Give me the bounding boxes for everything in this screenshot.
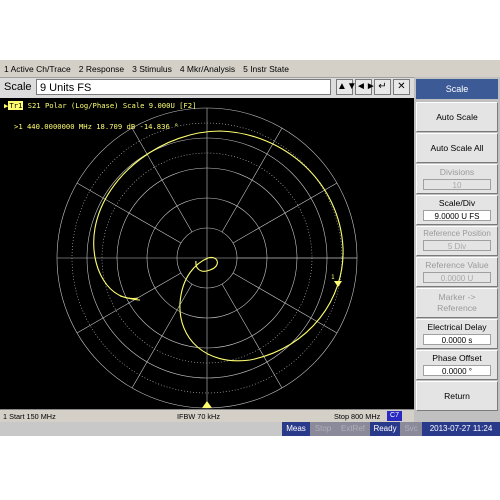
softkey-menu-title: Scale bbox=[416, 79, 498, 99]
divisions-label: Divisions bbox=[439, 167, 475, 177]
trace-header-text: S21 Polar (Log/Phase) Scale 9.000U [F2] bbox=[27, 101, 197, 110]
reference-value-button[interactable]: Reference Value 0.0000 U bbox=[416, 257, 498, 287]
left-right-arrow-button[interactable]: ◄► bbox=[355, 79, 376, 95]
ready-indicator: Ready bbox=[370, 422, 400, 436]
auto-scale-button[interactable]: Auto Scale bbox=[416, 102, 498, 132]
electrical-delay-label: Electrical Delay bbox=[427, 322, 487, 332]
auto-scale-label: Auto Scale bbox=[436, 112, 478, 122]
stop-frequency[interactable]: Stop 800 MHz bbox=[334, 412, 380, 421]
close-icon[interactable]: ✕ bbox=[393, 79, 410, 95]
phase-offset-button[interactable]: Phase Offset 0.0000 ° bbox=[416, 350, 498, 380]
polar-chart: 1 bbox=[56, 107, 358, 409]
auto-scale-all-button[interactable]: Auto Scale All bbox=[416, 133, 498, 163]
polar-display: 1 ▶Tr1 S21 Polar (Log/Phase) Scale 9.000… bbox=[0, 98, 414, 409]
channel-badge: C7 bbox=[387, 411, 402, 421]
channel-status-line: 1 Start 150 MHz IFBW 70 kHz Stop 800 MHz… bbox=[0, 409, 414, 423]
reference-position-button[interactable]: Reference Position 5 Div bbox=[416, 226, 498, 256]
electrical-delay-value: 0.0000 s bbox=[423, 334, 491, 345]
divisions-value: 10 bbox=[423, 179, 491, 190]
scale-div-label: Scale/Div bbox=[438, 198, 476, 208]
entry-bar: Scale 9 Units FS ▲▼ ◄► ↵ ✕ bbox=[0, 78, 414, 99]
marker-readout: >1 440.0000000 MHz 18.709 dB -14.836 ° bbox=[14, 122, 179, 131]
up-down-arrow-button[interactable]: ▲▼ bbox=[336, 79, 357, 95]
reference-position-value: 5 Div bbox=[423, 240, 491, 251]
menu-stimulus[interactable]: 3 Stimulus bbox=[132, 64, 172, 74]
softkey-panel: Scale Auto Scale Auto Scale All Division… bbox=[414, 77, 500, 422]
menu-mkr-analysis[interactable]: 4 Mkr/Analysis bbox=[180, 64, 235, 74]
svc-indicator: Svc bbox=[400, 422, 422, 436]
menu-active-ch-trace[interactable]: 1 Active Ch/Trace bbox=[4, 64, 71, 74]
start-frequency[interactable]: 1 Start 150 MHz bbox=[3, 412, 56, 421]
marker-to-reference-button[interactable]: Marker -> Reference bbox=[416, 288, 498, 318]
return-button[interactable]: Return bbox=[416, 381, 498, 411]
marker-1-label: 1 bbox=[331, 274, 335, 281]
marker-1-triangle bbox=[334, 281, 342, 287]
enter-button[interactable]: ↵ bbox=[374, 79, 391, 95]
trace-number-badge: Tr1 bbox=[8, 101, 24, 110]
stop-indicator: Stop bbox=[310, 422, 336, 436]
phase-offset-label: Phase Offset bbox=[432, 353, 482, 363]
scale-div-button[interactable]: Scale/Div 9.0000 U FS bbox=[416, 195, 498, 225]
date-time: 2013-07-27 11:24 bbox=[422, 422, 500, 436]
phase-offset-value: 0.0000 ° bbox=[423, 365, 491, 376]
entry-label: Scale bbox=[4, 81, 32, 93]
return-label: Return bbox=[444, 391, 470, 401]
sysbar-filler bbox=[0, 422, 282, 436]
divisions-button[interactable]: Divisions 10 bbox=[416, 164, 498, 194]
electrical-delay-button[interactable]: Electrical Delay 0.0000 s bbox=[416, 319, 498, 349]
menu-instr-state[interactable]: 5 Instr State bbox=[243, 64, 289, 74]
menu-response[interactable]: 2 Response bbox=[79, 64, 124, 74]
stimulus-marker-icon bbox=[202, 401, 212, 408]
analyzer-window: 1 Active Ch/Trace 2 Response 3 Stimulus … bbox=[0, 0, 500, 500]
marker-to-reference-label: Marker -> Reference bbox=[437, 292, 477, 313]
trace-header[interactable]: ▶Tr1 S21 Polar (Log/Phase) Scale 9.000U … bbox=[4, 101, 196, 110]
meas-indicator: Meas bbox=[282, 422, 310, 436]
entry-value-field[interactable]: 9 Units FS bbox=[36, 79, 331, 95]
reference-value-value: 0.0000 U bbox=[423, 272, 491, 283]
scale-div-value: 9.0000 U FS bbox=[423, 210, 491, 221]
ifbw-readout[interactable]: IFBW 70 kHz bbox=[177, 412, 220, 421]
system-status-bar: Meas Stop ExtRef Ready Svc 2013-07-27 11… bbox=[0, 422, 500, 436]
reference-value-label: Reference Value bbox=[425, 260, 489, 270]
extref-indicator: ExtRef bbox=[336, 422, 370, 436]
menu-bar: 1 Active Ch/Trace 2 Response 3 Stimulus … bbox=[0, 60, 414, 78]
reference-position-label: Reference Position bbox=[423, 229, 491, 238]
auto-scale-all-label: Auto Scale All bbox=[430, 143, 484, 153]
menu-bar-filler bbox=[414, 60, 500, 78]
